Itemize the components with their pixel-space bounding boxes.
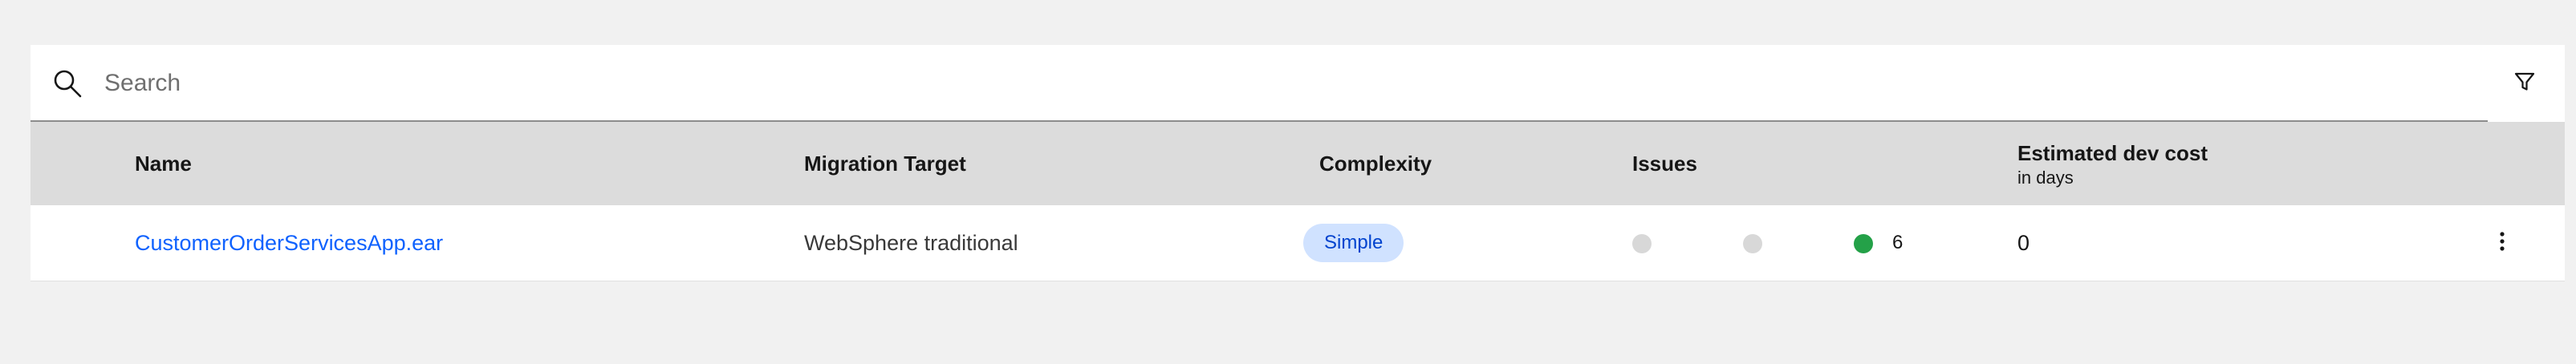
applications-table-panel: Name Migration Target Complexity Issues …: [30, 45, 2565, 281]
column-header-migration-target[interactable]: Migration Target: [804, 122, 966, 205]
column-header-issues[interactable]: Issues: [1632, 122, 1697, 205]
complexity-tag: Simple: [1303, 224, 1404, 262]
row-overflow-menu-button[interactable]: [2483, 224, 2521, 262]
table-toolbar: [30, 45, 2565, 122]
column-header-migration-target-label: Migration Target: [804, 151, 966, 176]
table-row: CustomerOrderServicesApp.ear WebSphere t…: [30, 205, 2565, 281]
cell-dev-cost: 0: [2017, 205, 2030, 281]
application-name-link[interactable]: CustomerOrderServicesApp.ear: [135, 231, 443, 256]
cell-migration-target: WebSphere traditional: [804, 205, 1018, 281]
column-header-issues-label: Issues: [1632, 151, 1697, 176]
filter-icon: [2513, 71, 2536, 97]
search-icon: [51, 67, 83, 99]
cell-name: CustomerOrderServicesApp.ear: [135, 205, 443, 281]
severe-issues-dot: [1632, 234, 1652, 253]
column-header-complexity-label: Complexity: [1319, 151, 1432, 176]
column-header-dev-cost-unit: in days: [2017, 168, 2074, 188]
column-header-name[interactable]: Name: [135, 122, 192, 205]
dev-cost-value: 0: [2017, 230, 2030, 255]
migration-target-text: WebSphere traditional: [804, 230, 1018, 255]
column-header-name-label: Name: [135, 151, 192, 176]
warning-issues-dot: [1743, 234, 1762, 253]
info-issues-count: 6: [1892, 232, 1904, 253]
search-input[interactable]: [104, 61, 2432, 106]
column-header-dev-cost[interactable]: Estimated dev cost in days: [2017, 141, 2208, 188]
filter-button[interactable]: [2505, 64, 2544, 103]
info-issues-dot: [1854, 234, 1873, 253]
table-header: Name Migration Target Complexity Issues …: [30, 122, 2565, 205]
column-header-complexity[interactable]: Complexity: [1319, 122, 1432, 205]
cell-complexity: Simple: [1303, 205, 1404, 281]
overflow-menu-icon: [2499, 230, 2505, 257]
column-header-dev-cost-label: Estimated dev cost: [2017, 141, 2208, 165]
